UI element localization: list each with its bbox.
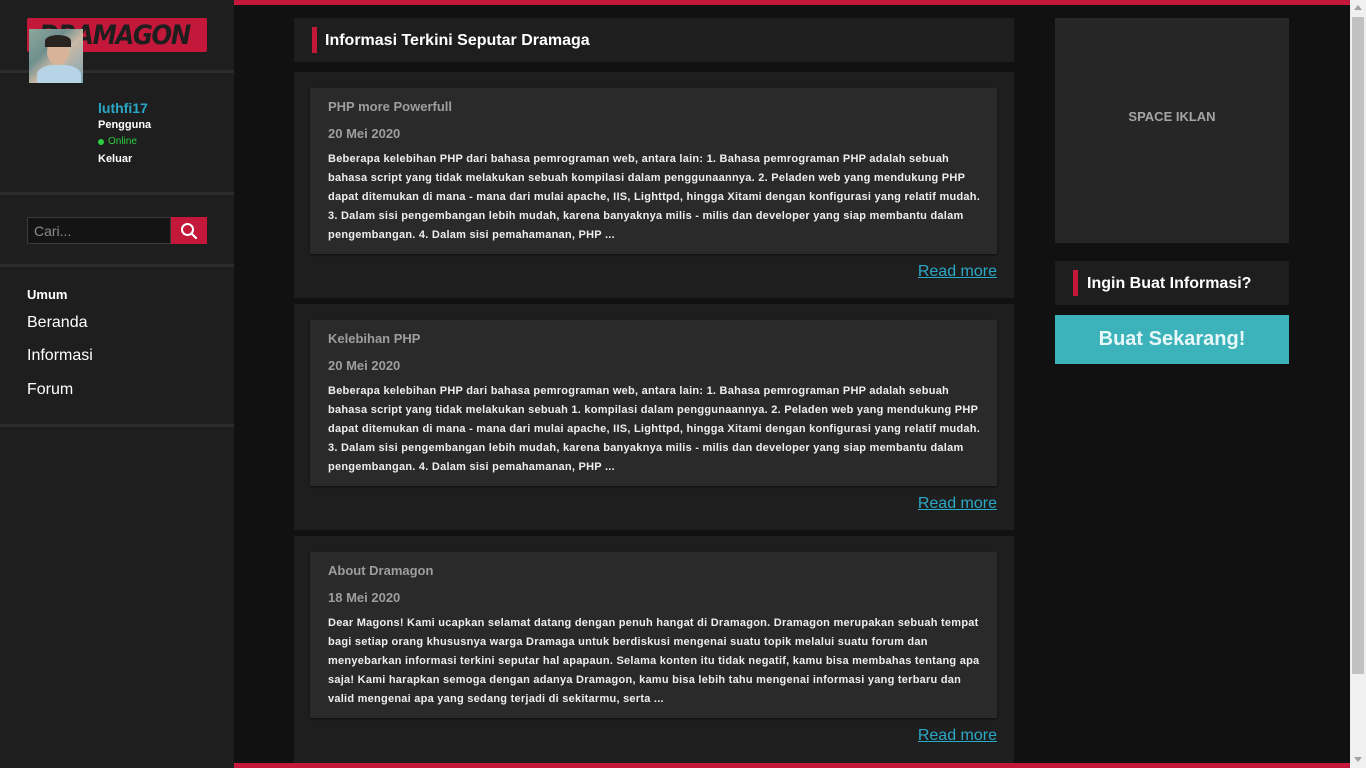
post-date: 20 Mei 2020 xyxy=(328,358,401,373)
post-excerpt: Dear Magons! Kami ucapkan selamat datang… xyxy=(328,617,980,705)
bottom-accent-bar xyxy=(234,763,1350,768)
nav-item-beranda[interactable]: Beranda xyxy=(27,314,88,332)
online-dot-icon xyxy=(98,138,104,145)
search-icon xyxy=(181,222,198,239)
post-title[interactable]: PHP more Powerfull xyxy=(328,99,452,114)
page: DRAMAGON luthfi17 Pengguna Online Keluar… xyxy=(0,0,1366,768)
user-role: Pengguna xyxy=(98,119,152,131)
user-panel xyxy=(0,73,234,195)
post-excerpt: Beberapa kelebihan PHP dari bahasa pemro… xyxy=(328,153,981,241)
username[interactable]: luthfi17 xyxy=(98,100,148,116)
post-card: PHP more Powerfull 20 Mei 2020 Beberapa … xyxy=(294,72,1014,298)
main-header: Informasi Terkini Seputar Dramaga xyxy=(294,18,1014,62)
cta-header: Ingin Buat Informasi? xyxy=(1055,261,1289,305)
post-title[interactable]: Kelebihan PHP xyxy=(328,331,420,346)
nav-item-forum[interactable]: Forum xyxy=(27,381,73,399)
user-status: Online xyxy=(98,136,137,147)
post-date: 18 Mei 2020 xyxy=(328,590,401,605)
ad-space[interactable]: SPACE IKLAN xyxy=(1055,18,1289,243)
header-accent xyxy=(312,27,317,53)
top-accent-bar xyxy=(234,0,1350,5)
user-status-label: Online xyxy=(108,136,137,147)
search-button[interactable] xyxy=(171,217,207,244)
nav-item-informasi[interactable]: Informasi xyxy=(27,347,93,365)
page-title: Informasi Terkini Seputar Dramaga xyxy=(325,32,590,49)
cta-accent xyxy=(1073,270,1078,296)
post-title[interactable]: About Dramagon xyxy=(328,563,433,578)
post-card: Kelebihan PHP 20 Mei 2020 Beberapa keleb… xyxy=(294,304,1014,530)
read-more-link[interactable]: Read more xyxy=(918,263,997,281)
scroll-thumb[interactable] xyxy=(1352,17,1364,674)
read-more-link[interactable]: Read more xyxy=(918,727,997,745)
post-excerpt: Beberapa kelebihan PHP dari bahasa pemro… xyxy=(328,385,981,473)
post-card: About Dramagon 18 Mei 2020 Dear Magons! … xyxy=(294,536,1014,763)
scrollbar[interactable] xyxy=(1350,0,1366,768)
ad-label: SPACE IKLAN xyxy=(1128,109,1216,124)
scroll-up-icon[interactable] xyxy=(1354,5,1362,10)
post-date: 20 Mei 2020 xyxy=(328,126,401,141)
avatar[interactable] xyxy=(29,29,83,83)
nav-heading: Umum xyxy=(27,287,68,302)
logout-link[interactable]: Keluar xyxy=(98,153,132,165)
read-more-link[interactable]: Read more xyxy=(918,495,997,513)
scroll-down-icon[interactable] xyxy=(1354,757,1362,762)
post-content: About Dramagon 18 Mei 2020 Dear Magons! … xyxy=(310,552,997,718)
post-content: PHP more Powerfull 20 Mei 2020 Beberapa … xyxy=(310,88,997,254)
cta-title: Ingin Buat Informasi? xyxy=(1087,275,1252,292)
create-now-button[interactable]: Buat Sekarang! xyxy=(1055,315,1289,364)
search-input[interactable] xyxy=(27,217,171,244)
post-content: Kelebihan PHP 20 Mei 2020 Beberapa keleb… xyxy=(310,320,997,486)
